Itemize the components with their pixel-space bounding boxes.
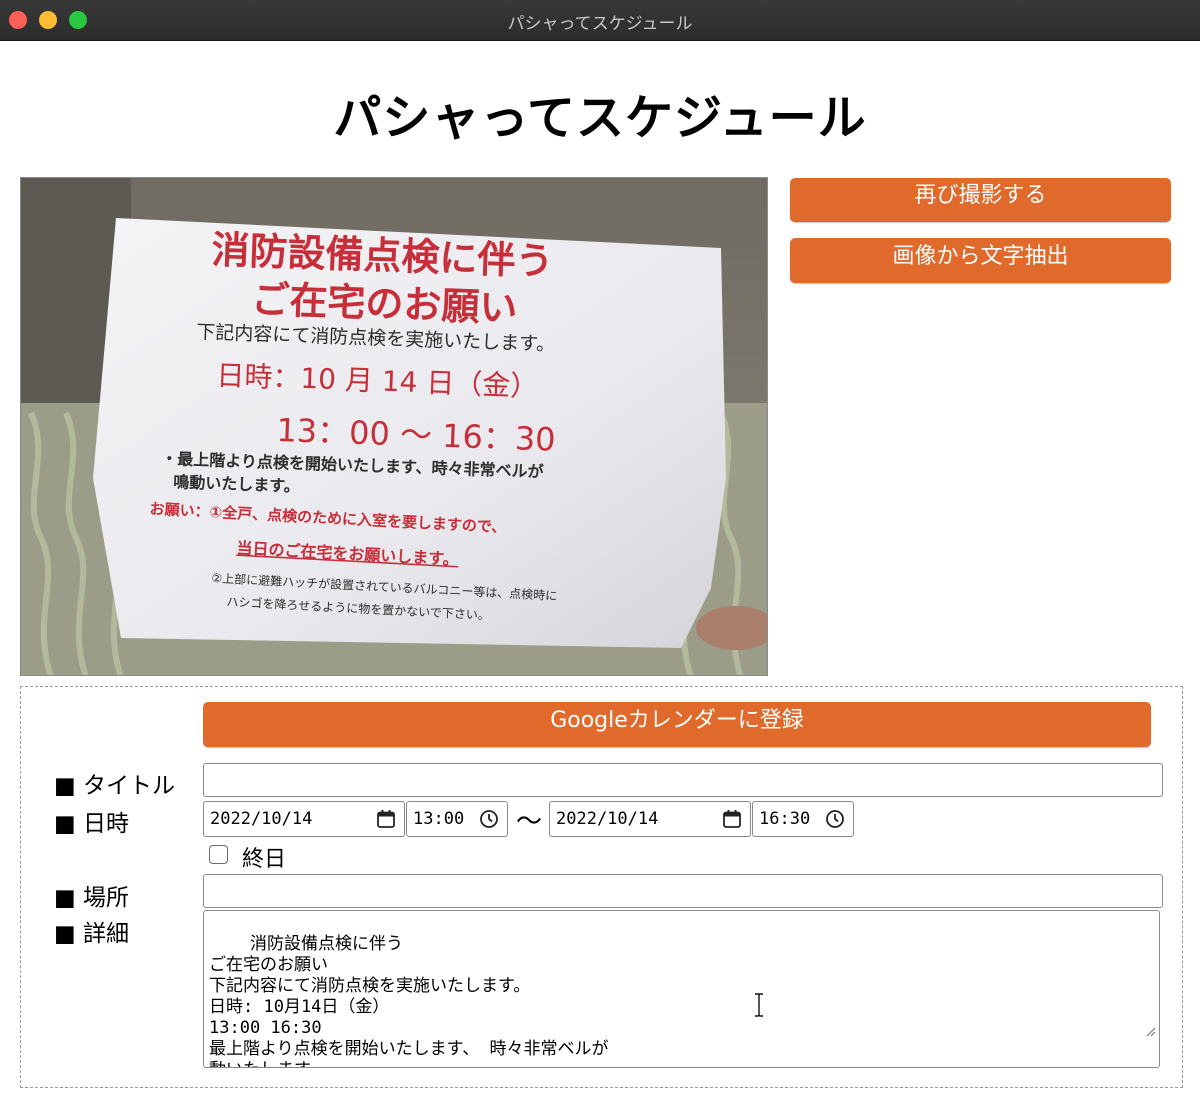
window-title: パシャってスケジュール [507, 14, 693, 34]
title-label: ■ タイトル [54, 773, 176, 799]
clock-icon[interactable] [479, 809, 499, 834]
end-date-input[interactable]: 2022/10/14 [549, 801, 751, 837]
end-time-value: 16:30 [759, 809, 811, 829]
app-window: パシャってスケジュール パシャってスケジュール 消防設備点検に伴う ご在宅のお願… [0, 0, 1200, 1099]
all-day-checkbox[interactable] [209, 845, 228, 864]
calendar-icon[interactable] [722, 809, 742, 834]
text-cursor-icon [752, 992, 766, 1022]
start-date-value: 2022/10/14 [210, 809, 313, 829]
resize-grip-icon[interactable] [1083, 1001, 1156, 1064]
detail-textarea[interactable]: 消防設備点検に伴う ご在宅のお願い 下記内容にて消防点検を実施いたします。 日時… [203, 910, 1160, 1068]
all-day-label: 終日 [242, 847, 287, 872]
start-time-value: 13:00 [413, 809, 465, 829]
extract-text-button[interactable]: 画像から文字抽出 [790, 238, 1171, 283]
start-time-input[interactable]: 13:00 [406, 801, 508, 837]
date-range-separator: 〜 [516, 807, 543, 837]
place-input[interactable] [203, 874, 1163, 908]
start-date-input[interactable]: 2022/10/14 [203, 801, 405, 837]
detail-text: 消防設備点検に伴う ご在宅のお願い 下記内容にて消防点検を実施いたします。 日時… [209, 934, 609, 1067]
photo-text-line-2: ご在宅のお願い [251, 277, 518, 330]
place-label: ■ 場所 [54, 885, 130, 911]
register-google-calendar-button[interactable]: Googleカレンダーに登録 [203, 702, 1151, 747]
title-input[interactable] [203, 763, 1163, 797]
titlebar: パシャってスケジュール [0, 0, 1200, 41]
retake-photo-button[interactable]: 再び撮影する [790, 178, 1171, 222]
datetime-label: ■ 日時 [54, 811, 130, 837]
detail-label: ■ 詳細 [54, 921, 130, 947]
calendar-icon[interactable] [376, 809, 396, 834]
page-title: パシャってスケジュール [333, 90, 867, 146]
captured-photo: 消防設備点検に伴う ご在宅のお願い 下記内容にて消防点検を実施いたします。 日時… [20, 177, 768, 676]
end-time-input[interactable]: 16:30 [752, 801, 854, 837]
clock-icon[interactable] [825, 809, 845, 834]
end-date-value: 2022/10/14 [556, 809, 659, 829]
